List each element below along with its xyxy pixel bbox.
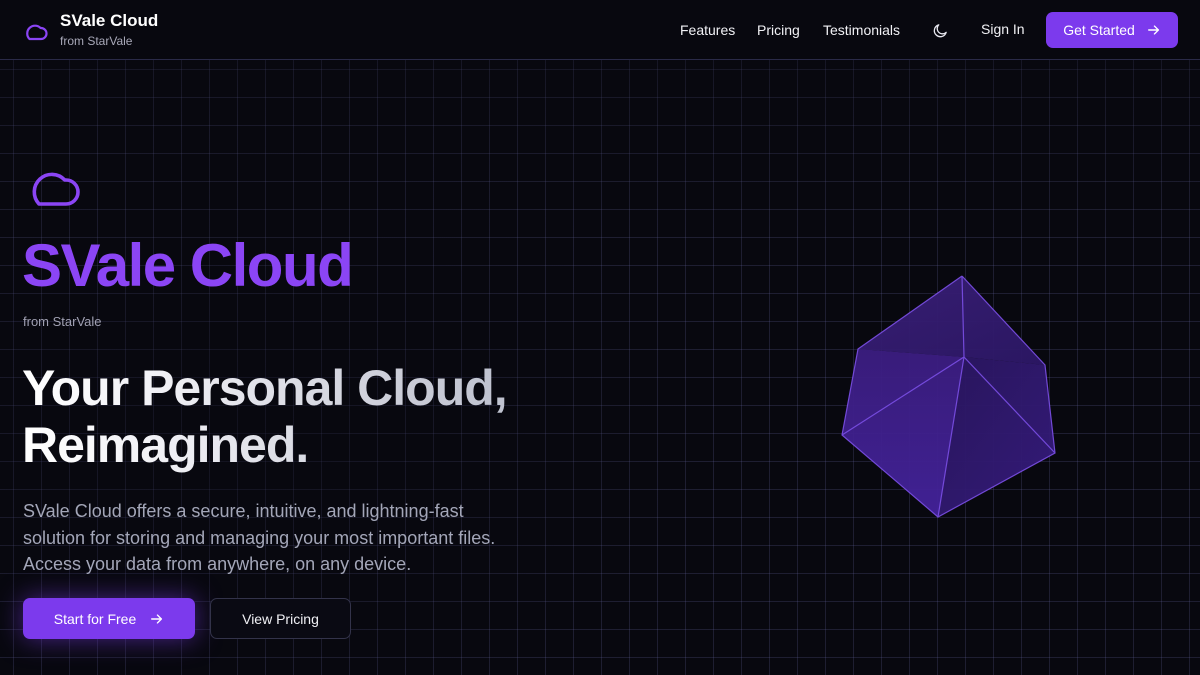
brand-name: SVale Cloud: [60, 11, 159, 30]
description-line-1: SVale Cloud offers a secure, intuitive, …: [23, 501, 464, 521]
nav-link-testimonials[interactable]: Testimonials: [823, 22, 900, 38]
headline-line-1: Your Personal Cloud,: [22, 360, 507, 416]
description-line-3: Access your data from anywhere, on any d…: [23, 554, 412, 574]
nav-link-pricing[interactable]: Pricing: [757, 22, 800, 38]
cloud-icon: [32, 172, 80, 206]
hero-subtitle: from StarVale: [23, 314, 102, 329]
brand-subtitle: from StarVale: [60, 34, 133, 48]
headline: Your Personal Cloud, Reimagined.: [22, 360, 582, 474]
view-pricing-label: View Pricing: [242, 610, 319, 627]
cloud-icon: [26, 24, 48, 40]
navbar: SVale Cloud from StarVale Features Prici…: [0, 0, 1200, 60]
moon-icon[interactable]: [932, 22, 949, 39]
arrow-right-icon: [1147, 25, 1159, 35]
cube-illustration: [841, 275, 1056, 518]
start-for-free-button[interactable]: Start for Free: [23, 598, 195, 639]
sign-in-link[interactable]: Sign In: [981, 21, 1025, 37]
get-started-label: Get Started: [1063, 22, 1135, 38]
get-started-button[interactable]: Get Started: [1046, 12, 1178, 48]
start-for-free-label: Start for Free: [53, 610, 137, 627]
brand-logo[interactable]: SVale Cloud from StarVale: [22, 10, 158, 49]
hero-description: SVale Cloud offers a secure, intuitive, …: [23, 498, 583, 578]
view-pricing-button[interactable]: View Pricing: [210, 598, 351, 639]
description-line-2: solution for storing and managing your m…: [23, 527, 496, 548]
arrow-right-icon: [151, 613, 163, 624]
hero-title: SVale Cloud: [22, 232, 354, 299]
nav-link-features[interactable]: Features: [680, 22, 735, 38]
headline-line-2: Reimagined.: [22, 417, 309, 473]
landing-page: SVale Cloud from StarVale Features Prici…: [0, 0, 1200, 675]
